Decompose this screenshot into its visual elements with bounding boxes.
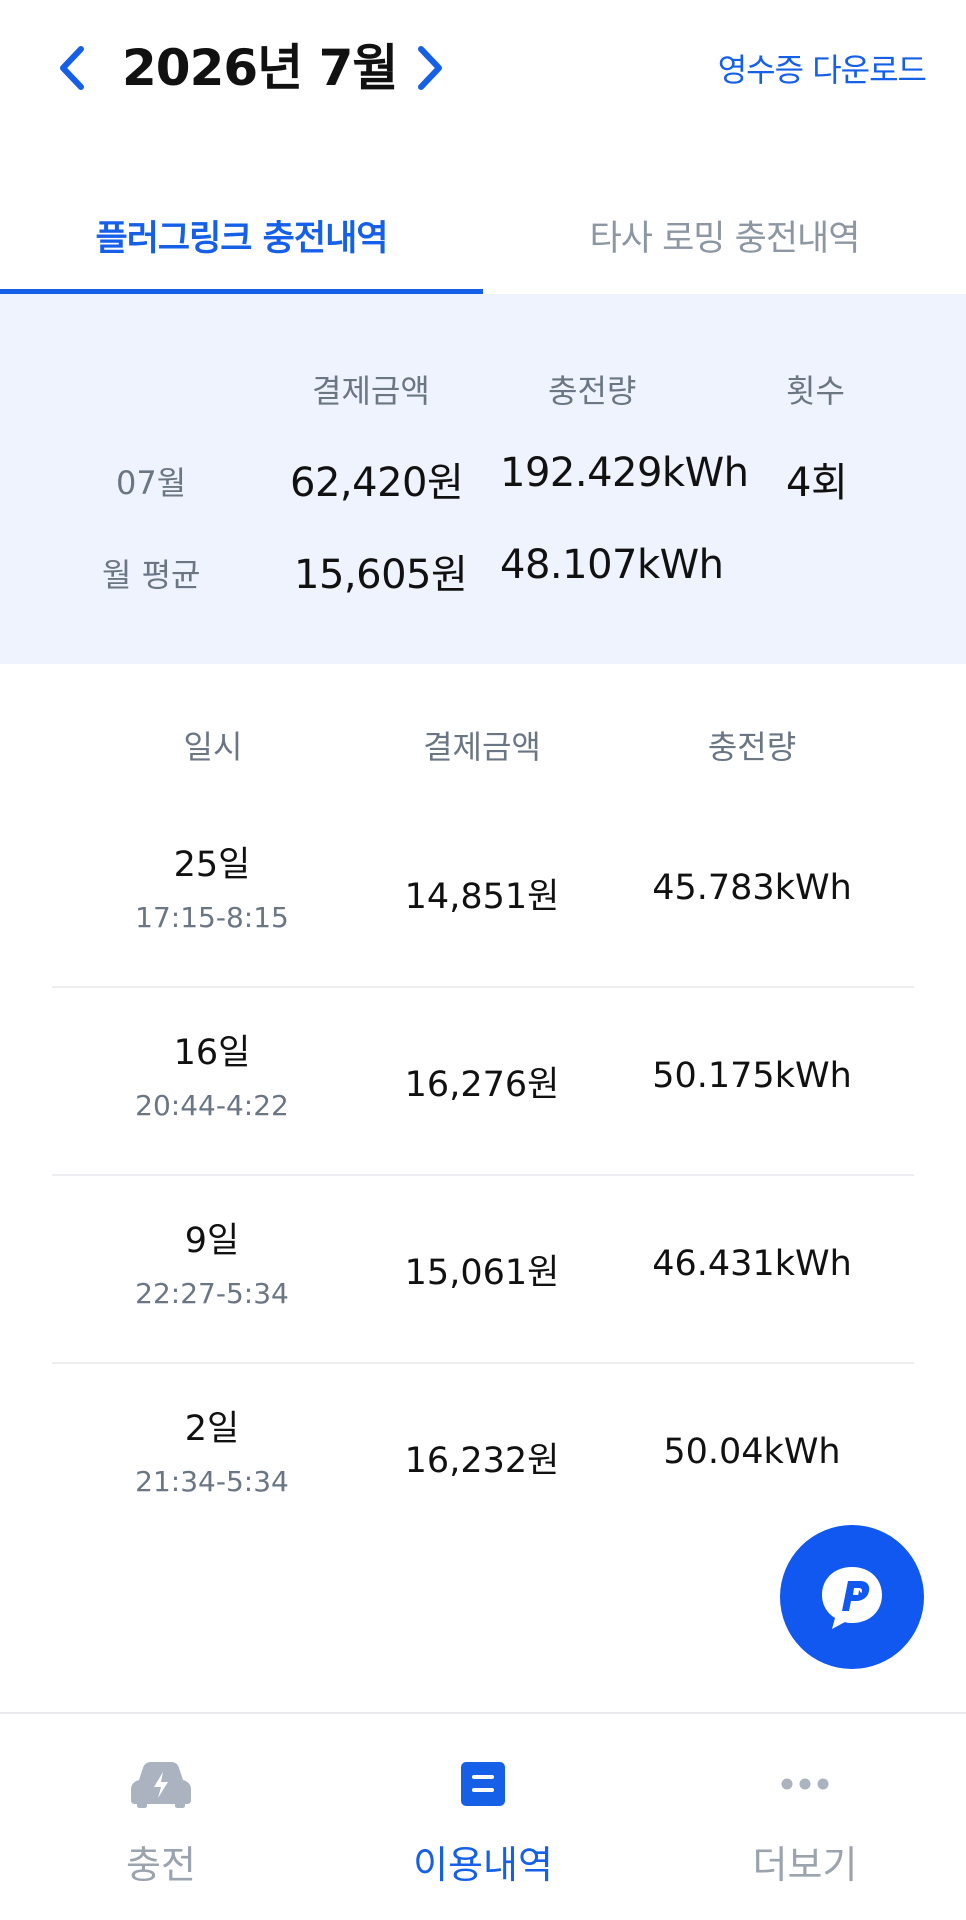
history-header-energy: 충전량 <box>707 728 797 766</box>
tab-pluglink-history[interactable]: 플러그링크 충전내역 <box>0 180 483 294</box>
summary-month-energy: 192.429kWh <box>500 450 749 496</box>
history-time: 20:44-4:22 <box>135 1089 289 1122</box>
month-title: 2026년 7월 <box>122 39 398 97</box>
history-list-icon <box>451 1756 515 1812</box>
next-month-button[interactable] <box>410 40 450 96</box>
receipt-download-link[interactable]: 영수증 다운로드 <box>718 48 927 92</box>
summary-month-count: 4회 <box>786 460 848 506</box>
history-row[interactable]: 25일 17:15-8:15 14,851원 45.783kWh <box>52 800 914 988</box>
history-row[interactable]: 16일 20:44-4:22 16,276원 50.175kWh <box>52 988 914 1176</box>
pluglink-logo-icon <box>822 1567 882 1629</box>
history-date-cell: 25일 17:15-8:15 <box>52 800 372 934</box>
history-date-cell: 9일 22:27-5:34 <box>52 1176 372 1310</box>
charging-car-icon <box>129 1756 193 1812</box>
history-amount: 14,851원 <box>404 877 560 917</box>
summary-header-energy: 충전량 <box>548 372 637 410</box>
history-amount: 16,276원 <box>404 1065 560 1105</box>
history-energy: 46.431kWh <box>652 1244 852 1284</box>
history-day: 16일 <box>173 1033 251 1073</box>
history-row[interactable]: 2일 21:34-5:34 16,232원 50.04kWh <box>52 1364 914 1552</box>
history-header-date: 일시 <box>183 728 243 766</box>
chevron-left-icon <box>60 46 84 90</box>
history-date-cell: 2일 21:34-5:34 <box>52 1364 372 1498</box>
previous-month-button[interactable] <box>52 40 92 96</box>
summary-month-amount: 62,420원 <box>290 460 464 506</box>
header: 2026년 7월 영수증 다운로드 <box>0 0 966 140</box>
history-energy: 50.175kWh <box>652 1056 852 1096</box>
history-time: 17:15-8:15 <box>135 901 289 934</box>
history-day: 9일 <box>184 1221 240 1261</box>
nav-charge[interactable]: 충전 <box>0 1714 322 1920</box>
history-amount: 16,232원 <box>404 1441 560 1481</box>
summary-average-amount: 15,605원 <box>294 552 468 598</box>
nav-more-label: 더보기 <box>752 1843 858 1887</box>
bottom-navigation: 충전 이용내역 더보기 <box>0 1712 966 1920</box>
history-time: 21:34-5:34 <box>135 1465 289 1498</box>
pluglink-chat-button[interactable] <box>780 1525 924 1669</box>
nav-charge-label: 충전 <box>126 1843 196 1887</box>
nav-more[interactable]: 더보기 <box>644 1714 966 1920</box>
monthly-summary: 결제금액 충전량 횟수 07월 62,420원 192.429kWh 4회 월 … <box>0 294 966 664</box>
history-day: 25일 <box>173 845 251 885</box>
history-row[interactable]: 9일 22:27-5:34 15,061원 46.431kWh <box>52 1176 914 1364</box>
history-date-cell: 16일 20:44-4:22 <box>52 988 372 1122</box>
history-energy: 50.04kWh <box>663 1432 841 1472</box>
history-amount: 15,061원 <box>404 1253 560 1293</box>
more-dots-icon <box>773 1756 837 1812</box>
tab-roaming-history[interactable]: 타사 로밍 충전내역 <box>483 180 966 294</box>
nav-history-label: 이용내역 <box>413 1843 553 1887</box>
summary-header-count: 횟수 <box>786 372 845 410</box>
history-energy: 45.783kWh <box>652 868 852 908</box>
history-time: 22:27-5:34 <box>135 1277 289 1310</box>
history-day: 2일 <box>184 1409 240 1449</box>
summary-average-energy: 48.107kWh <box>500 542 724 588</box>
tab-bar: 플러그링크 충전내역 타사 로밍 충전내역 <box>0 180 966 294</box>
chevron-right-icon <box>418 46 442 90</box>
summary-header-amount: 결제금액 <box>312 372 430 410</box>
nav-history[interactable]: 이용내역 <box>322 1714 644 1920</box>
summary-average-label: 월 평균 <box>102 556 201 594</box>
history-header-amount: 결제금액 <box>423 728 541 766</box>
summary-month-label: 07월 <box>116 464 187 502</box>
